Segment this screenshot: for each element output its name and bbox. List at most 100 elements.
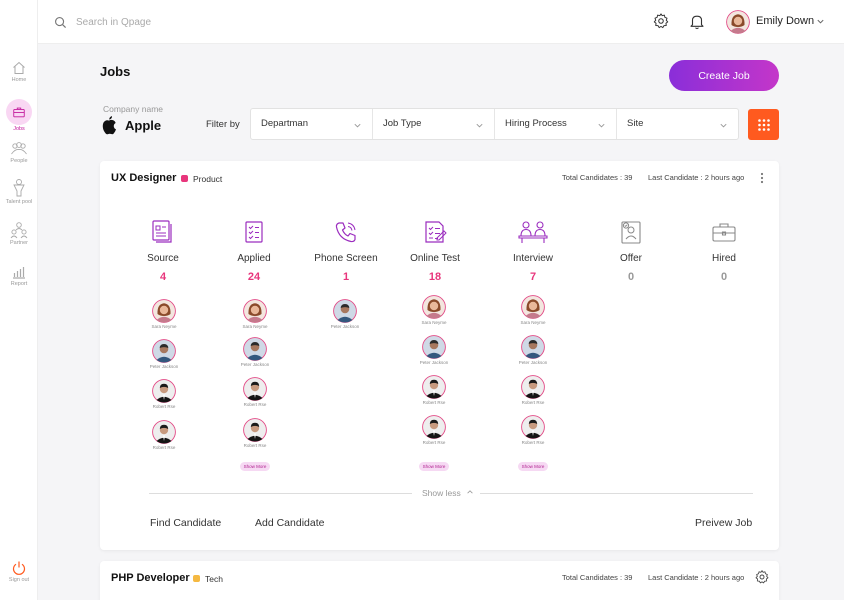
candidate-name: Peter Jackson (240, 362, 270, 367)
power-icon (12, 561, 26, 575)
candidate-card[interactable]: Peter Jackson (139, 339, 189, 369)
stage-count: 7 (529, 271, 537, 283)
candidate-card[interactable]: Robert Rse (508, 375, 558, 405)
stage-interview[interactable]: Interview 7 (493, 219, 573, 283)
candidate-card[interactable]: Sara Neyme (230, 299, 280, 329)
candidate-name: Robert Rse (152, 404, 176, 409)
preview-job-link[interactable]: Preivew Job (695, 517, 752, 529)
avatar (521, 295, 545, 319)
hiring-process-select[interactable]: Hiring Process (495, 109, 617, 139)
candidate-card[interactable]: Robert Rse (508, 415, 558, 445)
show-more-button[interactable]: Show More (419, 462, 449, 471)
avatar (422, 335, 446, 359)
job-card: UX Designer Product Total Candidates : 3… (100, 161, 779, 550)
add-candidate-link[interactable]: Add Candidate (255, 517, 324, 529)
sidebar-item-people[interactable]: People (0, 141, 38, 164)
avatar (521, 335, 545, 359)
avatar[interactable] (726, 10, 750, 34)
avatar (152, 299, 176, 323)
candidate-card[interactable]: Sara Neyme (508, 295, 558, 325)
stage-count: 24 (247, 271, 261, 283)
job-card: PHP Developer Tech Total Candidates : 39… (100, 561, 779, 600)
site-select[interactable]: Site (617, 109, 738, 139)
stage-applied[interactable]: Applied 24 (214, 219, 294, 283)
sign-out-button[interactable]: Sign out (0, 560, 38, 583)
candidate-card[interactable]: Sara Neyme (409, 295, 459, 325)
candidate-name: Robert Rse (521, 440, 545, 445)
stage-offer[interactable]: Offer 0 (591, 219, 671, 283)
divider (149, 493, 412, 494)
clipboard-icon (245, 221, 263, 243)
stage-count: 0 (627, 271, 635, 283)
sidebar-item-home[interactable]: Home (0, 60, 38, 83)
sign-out-label: Sign out (8, 577, 30, 583)
department-select[interactable]: Departman (251, 109, 373, 139)
show-less-button[interactable]: Show less (422, 488, 474, 498)
candidate-card[interactable]: Peter Jackson (320, 299, 370, 329)
stage-label: Hired (712, 253, 736, 264)
chevron-down-icon (598, 123, 605, 128)
tag-color-dot (181, 175, 188, 182)
sidebar-item-talent-pool[interactable]: Talent pool (0, 178, 38, 205)
offer-document-icon (621, 221, 641, 244)
chevron-down-icon (476, 123, 483, 128)
candidate-card[interactable]: Sara Neyme (139, 299, 189, 329)
more-vertical-icon[interactable] (760, 172, 764, 184)
job-title[interactable]: UX Designer (111, 172, 176, 184)
chevron-down-icon[interactable] (816, 17, 825, 26)
avatar (243, 337, 267, 361)
test-icon (425, 221, 447, 243)
sidebar-item-jobs[interactable]: Jobs (0, 99, 38, 132)
candidate-card[interactable]: Peter Jackson (230, 337, 280, 367)
stage-source[interactable]: Source 4 (123, 219, 203, 283)
show-less-label: Show less (422, 488, 461, 498)
total-candidates: Total Candidates : 39 (562, 573, 633, 582)
search-input[interactable] (76, 14, 296, 30)
candidate-card[interactable]: Robert Rse (230, 377, 280, 407)
candidate-name: Sara Neyme (151, 324, 177, 329)
divider (480, 493, 753, 494)
gear-icon[interactable] (652, 12, 670, 30)
candidate-name: Sara Neyme (421, 320, 447, 325)
sidebar-item-report[interactable]: Report (0, 264, 38, 287)
company-name: Apple (125, 118, 162, 133)
avatar (243, 377, 267, 401)
job-type-select[interactable]: Job Type (373, 109, 495, 139)
show-more-button[interactable]: Show More (518, 462, 548, 471)
candidate-card[interactable]: Robert Rse (409, 415, 459, 445)
user-name[interactable]: Emily Down (756, 15, 814, 27)
sidebar: Home Jobs People Talent pool Partner Rep… (0, 0, 38, 600)
stage-hired[interactable]: Hired 0 (684, 219, 764, 283)
gear-icon[interactable] (754, 569, 770, 585)
avatar (521, 375, 545, 399)
talent-pool-icon (13, 179, 25, 197)
candidate-name: Robert Rse (243, 402, 267, 407)
candidate-card[interactable]: Robert Rse (230, 418, 280, 448)
find-candidate-link[interactable]: Find Candidate (150, 517, 221, 529)
chevron-down-icon (354, 123, 361, 128)
candidate-card[interactable]: Robert Rse (139, 379, 189, 409)
candidate-card[interactable]: Robert Rse (409, 375, 459, 405)
stage-label: Online Test (410, 253, 460, 264)
tag-color-dot (193, 575, 200, 582)
grid-view-button[interactable] (748, 109, 779, 140)
create-job-button[interactable]: Create Job (669, 60, 779, 91)
bell-icon[interactable] (688, 12, 706, 30)
partner-icon (10, 222, 28, 239)
sidebar-item-label: Home (11, 77, 27, 83)
apple-logo-icon (102, 116, 116, 135)
stage-online-test[interactable]: Online Test 18 (395, 219, 475, 283)
phone-icon (335, 222, 356, 243)
hiring-process-select-value: Hiring Process (505, 118, 567, 129)
show-more-button[interactable]: Show More (240, 462, 270, 471)
job-title[interactable]: PHP Developer (111, 572, 190, 584)
candidate-card[interactable]: Robert Rse (139, 420, 189, 450)
candidate-name: Sara Neyme (242, 324, 268, 329)
job-tag: Product (193, 174, 223, 184)
grid-icon (757, 118, 770, 131)
candidate-card[interactable]: Peter Jackson (409, 335, 459, 365)
search-icon (55, 17, 67, 29)
stage-phone-screen[interactable]: Phone Screen 1 (306, 219, 386, 283)
candidate-card[interactable]: Peter Jackson (508, 335, 558, 365)
sidebar-item-partner[interactable]: Partner (0, 221, 38, 246)
